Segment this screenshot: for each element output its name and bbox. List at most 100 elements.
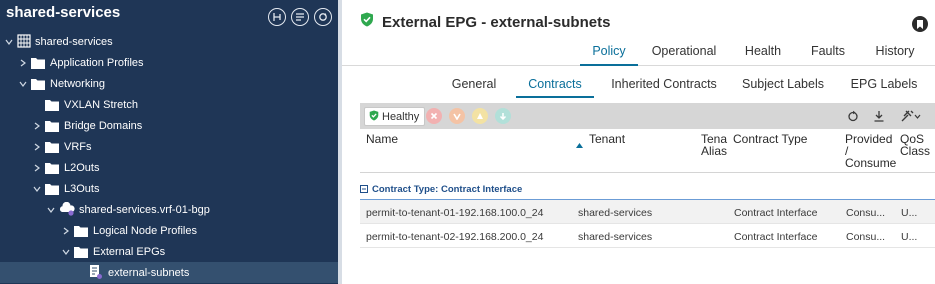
folder-icon bbox=[74, 225, 88, 237]
tree-item-external-epgs[interactable]: External EPGs bbox=[0, 241, 338, 262]
navigation-sidebar: shared-services shared-services Applicat… bbox=[0, 0, 338, 284]
chevron-down-icon[interactable] bbox=[32, 184, 42, 194]
chevron-right-icon[interactable] bbox=[18, 58, 28, 68]
tree-item-l2outs[interactable]: L2Outs bbox=[0, 157, 338, 178]
tree-item-vxlan-stretch[interactable]: VXLAN Stretch bbox=[0, 94, 338, 115]
cell-tenant: shared-services bbox=[578, 231, 653, 243]
cell-qos-class: U... bbox=[901, 231, 918, 243]
cell-name: permit-to-tenant-01-192.168.100.0_24 bbox=[366, 207, 544, 219]
navigation-tree: shared-services Application Profiles Net… bbox=[0, 31, 338, 283]
chevron-right-icon[interactable] bbox=[32, 121, 42, 131]
chevron-right-icon[interactable] bbox=[32, 142, 42, 152]
chevron-right-icon[interactable] bbox=[32, 163, 42, 173]
shield-check-icon bbox=[369, 110, 379, 124]
tree-item-application-profiles[interactable]: Application Profiles bbox=[0, 52, 338, 73]
table-row[interactable]: permit-to-tenant-02-192.168.200.0_24 sha… bbox=[360, 223, 935, 247]
group-label: Contract Type: Contract Interface bbox=[372, 183, 523, 195]
page-header: External EPG - external-subnets bbox=[360, 12, 610, 32]
health-status-badge[interactable]: Healthy bbox=[364, 107, 426, 126]
tree-item-label: external-subnets bbox=[108, 266, 190, 279]
contract-type-group[interactable]: Contract Type: Contract Interface bbox=[360, 180, 935, 198]
tree-item-l3outs[interactable]: L3Outs bbox=[0, 178, 338, 199]
collapse-group-icon[interactable] bbox=[360, 180, 368, 198]
folder-icon bbox=[45, 141, 59, 153]
tree-item-label: L3Outs bbox=[64, 182, 100, 195]
sort-ascending-icon[interactable] bbox=[576, 135, 583, 153]
tab-epg-labels[interactable]: EPG Labels bbox=[848, 77, 920, 98]
tab-inherited-contracts[interactable]: Inherited Contracts bbox=[604, 77, 724, 98]
sidebar-header-actions bbox=[268, 8, 332, 26]
health-label: Healthy bbox=[382, 110, 420, 123]
page-title: External EPG - external-subnets bbox=[382, 13, 611, 31]
tree-item-label: VXLAN Stretch bbox=[64, 98, 138, 111]
cell-provided-consumed: Consu... bbox=[846, 207, 886, 219]
chevron-down-icon[interactable] bbox=[61, 247, 71, 257]
column-header-name[interactable]: Name bbox=[366, 133, 566, 145]
bookmark-icon[interactable] bbox=[912, 16, 928, 32]
tree-item-tenant[interactable]: shared-services bbox=[0, 31, 338, 52]
tree-item-label: VRFs bbox=[64, 140, 92, 153]
table-divider bbox=[360, 247, 935, 248]
tree-item-label: shared-services bbox=[35, 35, 113, 48]
main-tabs: Policy Operational Health Faults History bbox=[342, 44, 935, 66]
chevron-right-icon[interactable] bbox=[61, 226, 71, 236]
column-header-contract-type[interactable]: Contract Type bbox=[733, 133, 843, 145]
cell-contract-type: Contract Interface bbox=[734, 207, 818, 219]
tree-item-label: Networking bbox=[50, 77, 106, 90]
tree-item-l3out-vrf-01-bgp[interactable]: shared-services.vrf-01-bgp bbox=[0, 199, 338, 220]
tab-subject-labels[interactable]: Subject Labels bbox=[740, 77, 826, 98]
tree-item-label: Logical Node Profiles bbox=[93, 224, 197, 237]
column-header-tenant[interactable]: Tenant bbox=[589, 133, 699, 145]
tab-faults[interactable]: Faults bbox=[805, 44, 851, 66]
cell-contract-type: Contract Interface bbox=[734, 231, 818, 243]
minor-fault-icon[interactable] bbox=[472, 108, 488, 124]
refresh-icon[interactable] bbox=[845, 108, 861, 124]
tree-item-logical-node-profiles[interactable]: Logical Node Profiles bbox=[0, 220, 338, 241]
column-header-tenant-alias[interactable]: Tena Alias bbox=[701, 133, 731, 157]
tree-item-label: shared-services.vrf-01-bgp bbox=[79, 203, 210, 216]
folder-icon bbox=[45, 99, 59, 111]
tree-item-label: Application Profiles bbox=[50, 56, 144, 69]
cell-tenant: shared-services bbox=[578, 207, 653, 219]
cell-provided-consumed: Consu... bbox=[846, 231, 886, 243]
cell-name: permit-to-tenant-02-192.168.200.0_24 bbox=[366, 231, 544, 243]
folder-icon bbox=[74, 246, 88, 258]
sidebar-title: shared-services bbox=[6, 4, 121, 21]
table-row[interactable]: permit-to-tenant-01-192.168.100.0_24 sha… bbox=[360, 199, 935, 223]
tab-contracts[interactable]: Contracts bbox=[516, 77, 594, 98]
download-icon[interactable] bbox=[871, 108, 887, 124]
table-header: Name Tenant Tena Alias Contract Type Pro… bbox=[360, 129, 935, 173]
cell-qos-class: U... bbox=[901, 207, 918, 219]
folder-icon bbox=[45, 183, 59, 195]
tree-item-vrfs[interactable]: VRFs bbox=[0, 136, 338, 157]
column-header-provided-consumed[interactable]: Provided / Consume bbox=[845, 133, 897, 169]
column-header-qos-class[interactable]: QoS Class bbox=[900, 133, 930, 157]
tab-history[interactable]: History bbox=[869, 44, 921, 66]
critical-fault-icon[interactable] bbox=[426, 108, 442, 124]
sub-tabs: General Contracts Inherited Contracts Su… bbox=[342, 77, 935, 98]
warning-fault-icon[interactable] bbox=[495, 108, 511, 124]
chevron-down-icon[interactable] bbox=[46, 205, 56, 215]
chevron-down-icon[interactable] bbox=[18, 79, 28, 89]
tree-item-external-subnets[interactable]: external-subnets bbox=[0, 262, 338, 283]
table-toolbar: Healthy bbox=[360, 103, 935, 129]
list-icon[interactable] bbox=[291, 8, 309, 26]
tab-health[interactable]: Health bbox=[738, 44, 788, 66]
tools-icon[interactable] bbox=[900, 108, 922, 124]
folder-icon bbox=[31, 78, 45, 90]
tree-item-label: External EPGs bbox=[93, 245, 166, 258]
refresh-icon[interactable] bbox=[314, 8, 332, 26]
filter-icon[interactable] bbox=[268, 8, 286, 26]
tenant-icon bbox=[17, 34, 31, 48]
folder-icon bbox=[45, 162, 59, 174]
tab-policy[interactable]: Policy bbox=[580, 44, 638, 66]
tab-operational[interactable]: Operational bbox=[648, 44, 720, 66]
tab-general[interactable]: General bbox=[446, 77, 502, 98]
tree-item-bridge-domains[interactable]: Bridge Domains bbox=[0, 115, 338, 136]
major-fault-icon[interactable] bbox=[449, 108, 465, 124]
chevron-down-icon[interactable] bbox=[4, 37, 14, 47]
tree-item-networking[interactable]: Networking bbox=[0, 73, 338, 94]
tree-item-label: L2Outs bbox=[64, 161, 100, 174]
folder-icon bbox=[45, 120, 59, 132]
l3out-cloud-icon bbox=[59, 201, 75, 216]
